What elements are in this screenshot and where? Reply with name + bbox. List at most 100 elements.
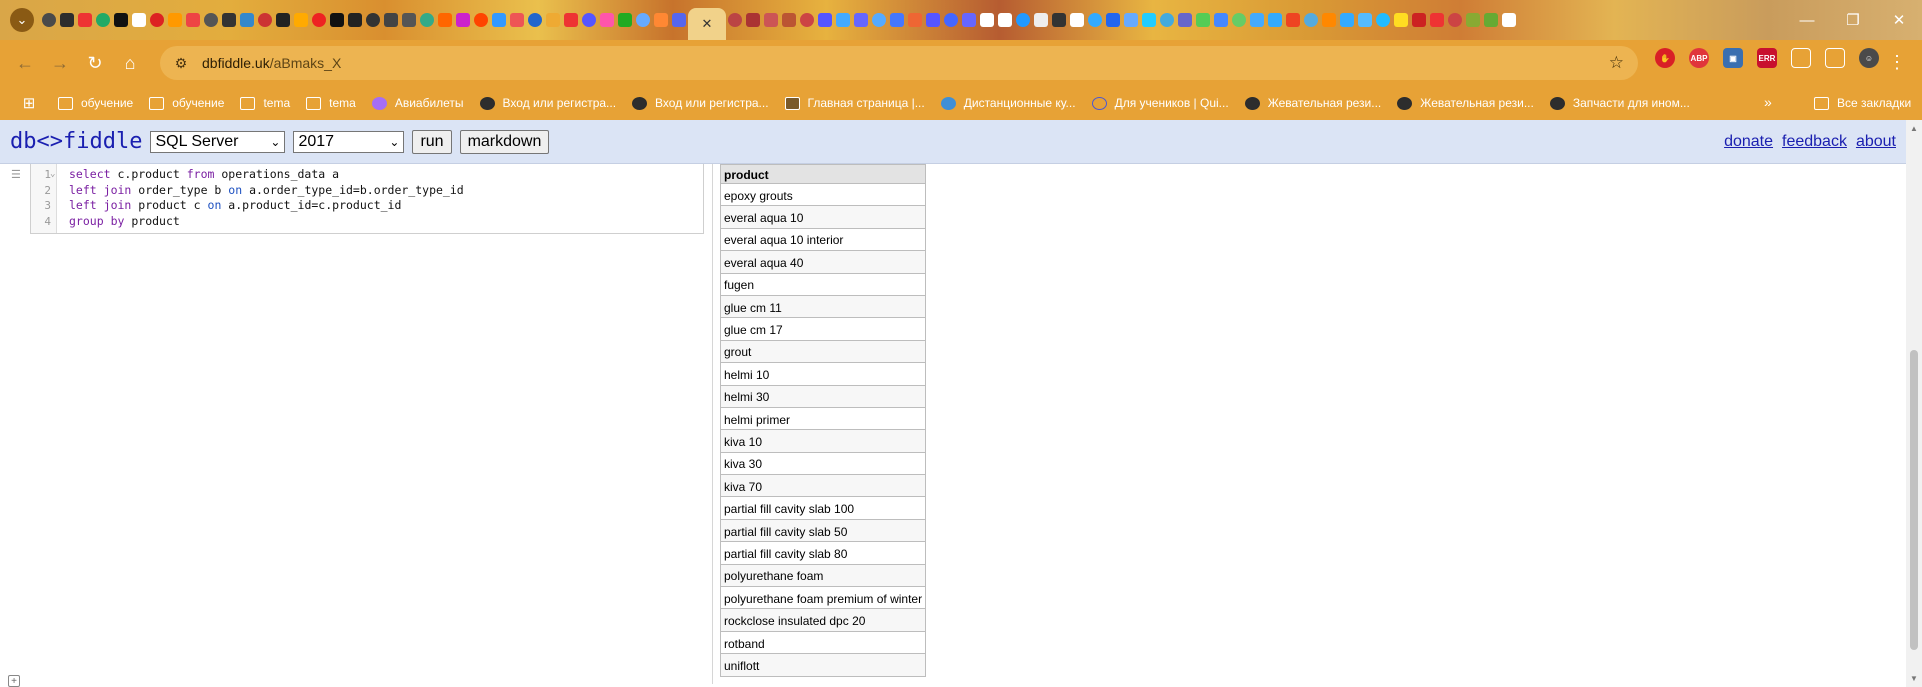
- tab-favicon-icon[interactable]: [276, 13, 290, 27]
- scrollbar-thumb[interactable]: [1910, 350, 1918, 650]
- tab-favicon-icon[interactable]: [150, 13, 164, 27]
- tab-favicon-icon[interactable]: [1430, 13, 1444, 27]
- tab-favicon-icon[interactable]: [1070, 13, 1084, 27]
- tab-favicon-icon[interactable]: [944, 13, 958, 27]
- reload-icon[interactable]: ↻: [80, 48, 110, 78]
- tab-favicon-icon[interactable]: [1448, 13, 1462, 27]
- extension-icon[interactable]: ▣: [1723, 48, 1743, 68]
- tab-favicon-icon[interactable]: [1142, 13, 1156, 27]
- tab-favicon-icon[interactable]: [366, 13, 380, 27]
- code-line[interactable]: 2 left join order_type b on a.order_type_…: [31, 183, 703, 198]
- tab-favicon-icon[interactable]: [204, 13, 218, 27]
- tab-favicon-icon[interactable]: [114, 13, 128, 27]
- more-bookmarks-icon[interactable]: »: [1764, 94, 1772, 110]
- tab-favicon-icon[interactable]: [1340, 13, 1354, 27]
- tab-favicon-icon[interactable]: [438, 13, 452, 27]
- tab-favicon-icon[interactable]: [222, 13, 236, 27]
- adblock-icon[interactable]: ABP: [1689, 48, 1709, 68]
- tab-favicon-icon[interactable]: [1466, 13, 1480, 27]
- tab-favicon-icon[interactable]: [1286, 13, 1300, 27]
- extension-icon[interactable]: ✋: [1655, 48, 1675, 68]
- tab-favicon-icon[interactable]: [854, 13, 868, 27]
- bookmark-star-icon[interactable]: ☆: [1609, 53, 1624, 73]
- menu-icon[interactable]: ⋮: [1888, 52, 1906, 73]
- tab-favicon-icon[interactable]: [1376, 13, 1390, 27]
- site-info-icon[interactable]: ⚙: [170, 52, 192, 74]
- tab-favicon-icon[interactable]: [474, 13, 488, 27]
- fold-icon[interactable]: ⌄: [50, 167, 55, 182]
- scroll-down-icon[interactable]: ▼: [1910, 674, 1918, 683]
- tab-favicon-icon[interactable]: [1322, 13, 1336, 27]
- bookmark-item[interactable]: tema: [240, 96, 290, 110]
- code-line[interactable]: 3 left join product c on a.product_id=c.p…: [31, 198, 703, 213]
- tab-favicon-icon[interactable]: [240, 13, 254, 27]
- tab-favicon-icon[interactable]: [800, 13, 814, 27]
- tab-favicon-icon[interactable]: [872, 13, 886, 27]
- page-scrollbar[interactable]: ▲ ▼: [1906, 120, 1922, 687]
- tab-favicon-icon[interactable]: [348, 13, 362, 27]
- tab-favicon-icon[interactable]: [1232, 13, 1246, 27]
- tab-favicon-icon[interactable]: [78, 13, 92, 27]
- tab-favicon-icon[interactable]: [1484, 13, 1498, 27]
- scroll-up-icon[interactable]: ▲: [1910, 124, 1918, 133]
- tab-favicon-icon[interactable]: [1196, 13, 1210, 27]
- tab-favicon-icon[interactable]: [636, 13, 650, 27]
- tab-favicon-icon[interactable]: [564, 13, 578, 27]
- tab-favicon-icon[interactable]: [294, 13, 308, 27]
- donate-link[interactable]: donate: [1724, 133, 1773, 151]
- home-icon[interactable]: ⌂: [115, 48, 145, 78]
- bookmark-item[interactable]: обучение: [58, 96, 133, 110]
- bookmark-item[interactable]: Вход или регистра...: [632, 96, 769, 110]
- bookmark-item[interactable]: Вход или регистра...: [479, 96, 616, 110]
- bookmark-item[interactable]: tema: [306, 96, 356, 110]
- tab-favicon-icon[interactable]: [1502, 13, 1516, 27]
- tab-favicon-icon[interactable]: [384, 13, 398, 27]
- bookmark-item[interactable]: Главная страница |...: [784, 96, 925, 110]
- tab-favicon-icon[interactable]: [672, 13, 686, 27]
- tab-favicon-icon[interactable]: [96, 13, 110, 27]
- tab-favicon-icon[interactable]: [42, 13, 56, 27]
- bookmark-item[interactable]: Для учеников | Qui...: [1091, 96, 1229, 110]
- bookmark-item[interactable]: Жевательная рези...: [1397, 96, 1534, 110]
- tab-favicon-icon[interactable]: [582, 13, 596, 27]
- about-link[interactable]: about: [1856, 133, 1896, 151]
- tab-favicon-icon[interactable]: [330, 13, 344, 27]
- puzzle-icon[interactable]: [1791, 48, 1811, 68]
- tab-favicon-icon[interactable]: [510, 13, 524, 27]
- tab-favicon-icon[interactable]: [1214, 13, 1228, 27]
- tab-search-icon[interactable]: ⌄: [10, 8, 34, 32]
- tab-favicon-icon[interactable]: [908, 13, 922, 27]
- tab-favicon-icon[interactable]: [980, 13, 994, 27]
- markdown-button[interactable]: markdown: [459, 129, 550, 154]
- tab-favicon-icon[interactable]: [1052, 13, 1066, 27]
- tab-favicon-icon[interactable]: [1034, 13, 1048, 27]
- code-line[interactable]: 1 ⌄ select c.product from operations_data …: [31, 167, 703, 182]
- tab-favicon-icon[interactable]: [746, 13, 760, 27]
- bookmark-item[interactable]: Авиабилеты: [371, 96, 464, 110]
- tab-favicon-icon[interactable]: [1358, 13, 1372, 27]
- tab-favicon-icon[interactable]: [1088, 13, 1102, 27]
- back-icon[interactable]: ←: [10, 48, 40, 78]
- drag-handle-icon[interactable]: ☰: [11, 168, 21, 181]
- tab-favicon-icon[interactable]: [1124, 13, 1138, 27]
- run-button[interactable]: run: [412, 129, 452, 154]
- tab-favicon-icon[interactable]: [1016, 13, 1030, 27]
- bookmark-item[interactable]: обучение: [149, 96, 224, 110]
- tab-favicon-icon[interactable]: [728, 13, 742, 27]
- bookmark-item[interactable]: Запчасти для ином...: [1549, 96, 1690, 110]
- tab-favicon-icon[interactable]: [1160, 13, 1174, 27]
- apps-grid-icon[interactable]: ⊞: [20, 94, 38, 112]
- add-batch-icon[interactable]: +: [8, 675, 20, 687]
- tab-favicon-icon[interactable]: [258, 13, 272, 27]
- all-bookmarks[interactable]: Все закладки: [1814, 86, 1911, 120]
- tab-favicon-icon[interactable]: [168, 13, 182, 27]
- tab-favicon-icon[interactable]: [962, 13, 976, 27]
- version-select[interactable]: 2017 ⌄: [293, 130, 405, 153]
- column-header-product[interactable]: product: [719, 164, 927, 184]
- tab-favicon-icon[interactable]: [618, 13, 632, 27]
- avatar[interactable]: ☺: [1859, 48, 1879, 68]
- tab-favicon-icon[interactable]: [1178, 13, 1192, 27]
- pane-splitter[interactable]: [712, 164, 713, 684]
- tab-favicon-icon[interactable]: [1394, 13, 1408, 27]
- tab-favicon-icon[interactable]: [132, 13, 146, 27]
